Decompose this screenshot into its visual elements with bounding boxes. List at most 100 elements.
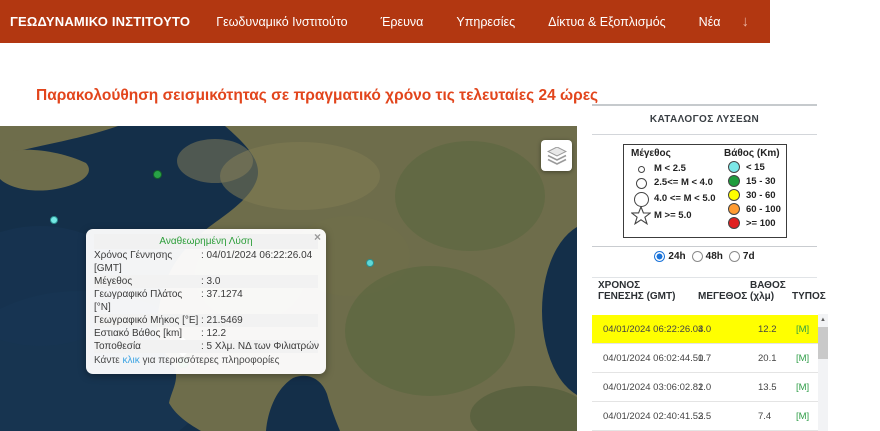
table-header-col-3: ΒΑΘΟΣ(χλμ) [742,280,784,302]
divider [592,246,817,247]
table-header-col-4: ΤΥΠΟΣ [784,291,818,302]
layers-icon [547,147,567,165]
events-table: 04/01/2024 06:22:26.043.012.2[M]04/01/20… [592,315,818,431]
divider [592,277,817,278]
popup-row-label: Γεωγραφικό Μήκος [°E] [94,314,201,327]
depth-label: 60 - 100 [746,204,781,215]
top-navbar: ΓΕΩΔΥΝΑΜΙΚΟ ΙΝΣΤΙΤΟΥΤΟ Γεωδυναμικό Ινστι… [0,0,770,43]
table-header-col-1: ΧΡΟΝΟΣΓΕΝΕΣΗΣ (GMT) [592,280,692,302]
table-row[interactable]: 04/01/2024 06:02:44.501.720.1[M] [592,344,818,373]
scrollbar-up-icon[interactable]: ▲ [818,314,828,327]
nav-item-5[interactable]: Νέα [699,15,721,29]
popup-row-value: : 37.1274 [201,288,318,314]
divider [592,134,817,135]
nav-item-3[interactable]: Υπηρεσίες [456,15,515,29]
popup-row: Εστιακό Βάθος [km]: 12.2 [94,327,318,340]
table-row[interactable]: 04/01/2024 02:40:41.532.57.4[M] [592,402,818,431]
nav-item-2[interactable]: Έρευνα [381,15,424,29]
table-cell: 2.0 [692,382,742,393]
radio-option-24h[interactable]: 24h [654,251,685,262]
legend-depth-title: Βάθος (Km) [724,148,780,159]
popup-row-value: : 5 Χλμ. ΝΔ των Φιλιατρών [201,340,319,353]
depth-dot-icon [728,161,740,173]
depth-dot-icon [728,175,740,187]
popup-footer-text: Κάντε [94,355,123,366]
nav-menu: Γεωδυναμικό Ινστιτούτο Έρευνα Υπηρεσίες Δίκ… [190,15,720,29]
brand-logo[interactable]: ΓΕΩΔΥΝΑΜΙΚΟ ΙΝΣΤΙΤΟΥΤΟ [10,14,190,29]
popup-row-value: : 12.2 [201,327,318,340]
popup-footer: Κάντε κλικ για περισσότερες πληροφορίες [94,354,318,368]
magnitude-label: M >= 5.0 [654,210,692,221]
page-title: Παρακολούθηση σεισμικότητας σε πραγματικ… [36,87,598,105]
depth-label: < 15 [746,162,765,173]
table-cell: 3.0 [692,324,742,335]
popup-close-icon[interactable]: × [314,230,321,244]
popup-row-label: Γεωγραφικό Πλάτος [°N] [94,288,201,314]
table-row[interactable]: 04/01/2024 03:06:02.812.013.5[M] [592,373,818,402]
popup-row: Γεωγραφικό Μήκος [°E]: 21.5469 [94,314,318,327]
popup-row: Μέγεθος: 3.0 [94,275,318,288]
magnitude-circle-icon [636,178,647,189]
popup-title: Αναθεωρημένη Λύση [94,234,318,249]
map-layers-button[interactable] [541,140,572,171]
popup-row-label: Τοποθεσία [94,340,201,353]
popup-row-label: Χρόνος Γέννησης [GMT] [94,249,201,275]
depth-dot-icon [728,217,740,229]
table-scrollbar[interactable]: ▲ [818,314,828,431]
table-cell: 13.5 [742,382,784,393]
radio-label: 7d [743,251,755,262]
popup-row: Γεωγραφικό Πλάτος [°N]: 37.1274 [94,288,318,314]
events-table-header: ΧΡΟΝΟΣΓΕΝΕΣΗΣ (GMT)ΜΕΓΕΘΟΣΒΑΘΟΣ(χλμ)ΤΥΠΟ… [592,280,818,302]
radio-icon-24h[interactable] [654,251,665,262]
table-header-col-2: ΜΕΓΕΘΟΣ [692,291,742,302]
quake-marker[interactable] [366,259,374,267]
depth-label: 30 - 60 [746,190,776,201]
table-cell: 04/01/2024 06:02:44.50 [592,353,692,364]
popup-row-value: : 04/01/2024 06:22:26.04 [201,249,318,275]
table-row[interactable]: 04/01/2024 06:22:26.043.012.2[M] [592,315,818,344]
radio-label: 24h [668,251,685,262]
table-cell: 20.1 [742,353,784,364]
magnitude-circle-icon [634,192,649,207]
magnitude-label: M < 2.5 [654,163,686,174]
time-range-radios: 24h 48h 7d [592,251,817,262]
quake-marker[interactable] [50,216,58,224]
table-cell: 04/01/2024 02:40:41.53 [592,411,692,422]
scroll-down-arrow-icon[interactable]: ↓ [742,13,750,30]
popup-more-info-link[interactable]: κλικ [123,355,140,366]
depth-label: 15 - 30 [746,176,776,187]
nav-item-1[interactable]: Γεωδυναμικό Ινστιτούτο [216,15,347,29]
depth-label: >= 100 [746,218,776,229]
table-cell: [M] [784,382,818,393]
magnitude-star-icon [631,206,651,225]
legend-box: Μέγεθος Βάθος (Km) M < 2.5 2.5<= M < 4.0 4… [623,144,787,238]
magnitude-label: 2.5<= M < 4.0 [654,177,713,188]
radio-option-48h[interactable]: 48h [692,251,723,262]
popup-row-label: Μέγεθος [94,275,201,288]
radio-icon-7d[interactable] [729,251,740,262]
table-cell: [M] [784,411,818,422]
popup-row: Χρόνος Γέννησης [GMT]: 04/01/2024 06:22:… [94,249,318,275]
table-cell: [M] [784,324,818,335]
magnitude-circle-icon [638,166,645,173]
table-cell: 7.4 [742,411,784,422]
table-cell: 1.7 [692,353,742,364]
magnitude-label: 4.0 <= M < 5.0 [654,193,716,204]
table-cell: 04/01/2024 03:06:02.81 [592,382,692,393]
radio-option-7d[interactable]: 7d [729,251,755,262]
table-cell: 04/01/2024 06:22:26.04 [592,324,692,335]
nav-item-4[interactable]: Δίκτυα & Εξοπλισμός [548,15,666,29]
popup-row-value: : 21.5469 [201,314,318,327]
table-cell: 2.5 [692,411,742,422]
quake-marker[interactable] [153,170,162,179]
radio-icon-48h[interactable] [692,251,703,262]
legend-magnitude-title: Μέγεθος [631,148,671,159]
catalog-header: ΚΑΤΑΛΟΓΟΣ ΛΥΣΕΩΝ [592,114,817,125]
depth-dot-icon [728,203,740,215]
popup-footer-text2: για περισσότερες πληροφορίες [140,355,280,366]
popup-row-label: Εστιακό Βάθος [km] [94,327,201,340]
table-cell: 12.2 [742,324,784,335]
divider [592,104,817,106]
scrollbar-thumb[interactable] [818,327,828,359]
popup-row-value: : 3.0 [201,275,318,288]
